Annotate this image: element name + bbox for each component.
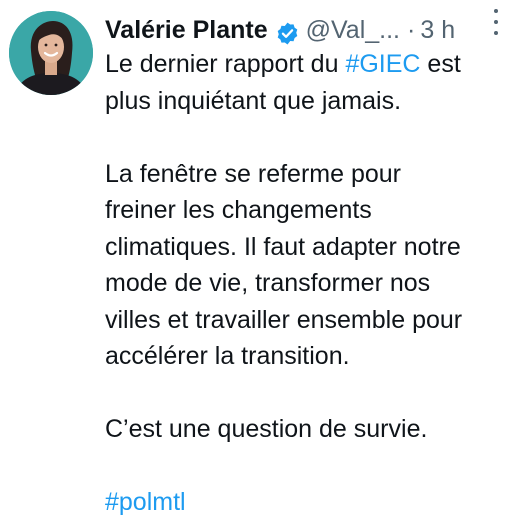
tweet-line-7: villes et travailler ensemble pour — [105, 305, 463, 334]
verified-badge-icon — [275, 18, 300, 44]
avatar[interactable] — [9, 11, 93, 95]
hashtag-polmtl-link[interactable]: #polmtl — [105, 484, 503, 517]
tweet-line-8: accélérer la transition. — [105, 342, 350, 370]
author-handle[interactable]: @Val_... — [306, 10, 400, 50]
tweet-line-9: C’est une question de survie. — [105, 415, 428, 443]
hashtag-giec-link[interactable]: #GIEC — [345, 50, 420, 78]
tweet-line-1: Le dernier rapport du #GIEC est — [105, 46, 503, 83]
more-dot — [494, 31, 498, 35]
tweet-line-2: plus inquiétant que jamais. — [105, 86, 402, 115]
tweet-timestamp[interactable]: 3 h — [420, 10, 455, 50]
more-options-icon[interactable] — [494, 9, 502, 35]
tweet-text-segment: est — [420, 50, 461, 78]
tweet-line-6: mode de vie, transformer nos — [105, 269, 431, 297]
tweet-text: Le dernier rapport du #GIEC est plus inq… — [105, 46, 503, 517]
tweet-line-4: freiner les changements — [105, 196, 372, 224]
tweet-line-5: climatiques. Il faut adapter notre — [105, 232, 461, 261]
more-dot — [494, 9, 498, 13]
author-name[interactable]: Valérie Plante — [105, 10, 268, 50]
tweet: Valérie Plante @Val_... · 3 h Le dernier… — [0, 0, 506, 517]
avatar-portrait — [9, 11, 93, 95]
tweet-header: Valérie Plante @Val_... · 3 h — [105, 10, 506, 50]
separator-dot: · — [407, 16, 416, 44]
tweet-line-3: La fenêtre se referme pour — [105, 159, 401, 188]
tweet-text-segment: Le dernier rapport du — [105, 50, 346, 78]
more-dot — [494, 20, 498, 24]
